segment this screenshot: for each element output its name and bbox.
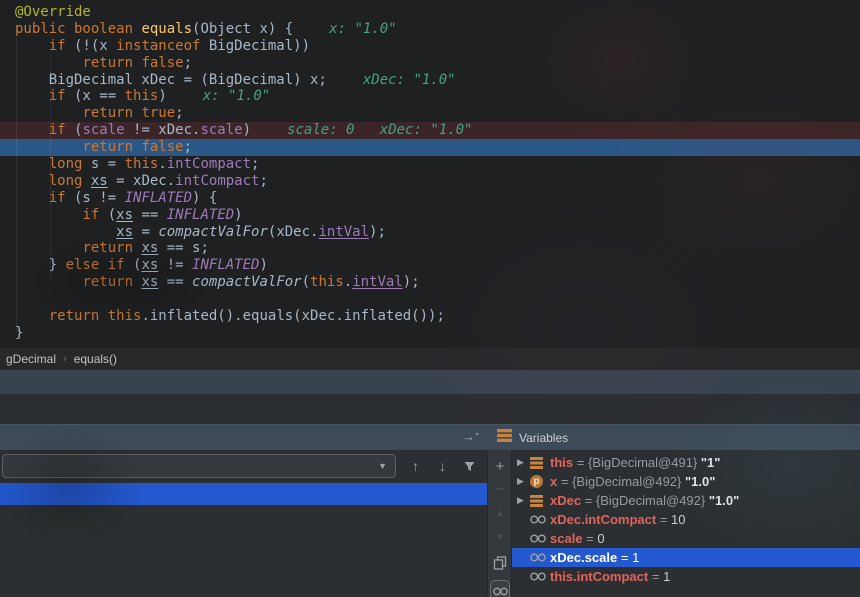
variable-reference: {BigDecimal@492} — [596, 493, 709, 508]
watches-side-toolbar: +−▲▼ — [487, 450, 511, 597]
filter-frames-icon[interactable] — [456, 454, 483, 478]
selected-stack-frame-row[interactable] — [0, 483, 487, 505]
code-line: xs = compactValFor(xDec.intVal); — [0, 224, 860, 241]
variable-name: xDec — [550, 493, 581, 508]
variable-row[interactable]: ▶ this = {BigDecimal@491} "1" — [512, 453, 860, 472]
breakpoint-line: if (scale != xDec.scale)scale: 0 xDec: "… — [0, 122, 860, 139]
expand-arrow-icon[interactable]: ▶ — [517, 476, 530, 487]
variable-value: 0 — [597, 531, 604, 546]
show-execution-point-icon[interactable]: →▪ — [462, 429, 478, 444]
thread-selector-combobox[interactable]: ▼ — [2, 454, 396, 478]
variable-reference: {BigDecimal@491} — [588, 455, 701, 470]
chevron-down-icon: ▼ — [378, 461, 387, 471]
remove-watch-icon[interactable]: − — [488, 478, 512, 500]
code-line: return xs == compactValFor(this.intVal); — [0, 274, 860, 291]
breadcrumb: gDecimal›equals() — [0, 346, 860, 370]
duplicate-watch-icon[interactable] — [488, 552, 512, 574]
code-line: @Override — [0, 4, 860, 21]
variable-row[interactable]: ▶px = {BigDecimal@492} "1.0" — [512, 472, 860, 491]
expand-arrow-icon[interactable]: ▶ — [517, 495, 530, 506]
indent-guide — [16, 38, 17, 332]
indent-guide — [50, 55, 51, 281]
variable-name: x — [550, 474, 557, 489]
code-line: } — [0, 325, 860, 342]
code-line: return true; — [0, 105, 860, 122]
move-watch-down-icon[interactable]: ▼ — [488, 526, 512, 548]
equals-sign: = — [617, 550, 632, 565]
value-icon — [530, 495, 550, 507]
code-line: if (xs == INFLATED) — [0, 207, 860, 224]
watch-row[interactable]: xDec.scale = 1 — [512, 548, 860, 567]
breadcrumb-item[interactable]: gDecimal — [2, 352, 60, 366]
variables-tab-icon — [497, 429, 512, 447]
watch-icon — [530, 572, 550, 581]
parameter-icon: p — [530, 475, 550, 488]
debug-toolwindow-top-strip — [0, 370, 860, 394]
breadcrumb-separator-icon: › — [60, 353, 70, 365]
variable-name: xDec.scale — [550, 550, 617, 565]
value-icon — [530, 457, 550, 469]
equals-sign: = — [581, 493, 596, 508]
show-watches-icon[interactable] — [490, 580, 510, 597]
variable-value: 1 — [663, 569, 670, 584]
variable-value: "1.0" — [709, 493, 739, 508]
watch-icon — [530, 515, 550, 524]
code-line — [0, 291, 860, 308]
move-frame-down-icon[interactable]: ↓ — [429, 454, 456, 478]
breadcrumb-item[interactable]: equals() — [70, 352, 121, 366]
move-frame-up-icon[interactable]: ↑ — [402, 454, 429, 478]
frames-toolbar: ↑↓ — [402, 454, 483, 478]
variables-tab-label: Variables — [519, 431, 568, 445]
equals-sign: = — [656, 512, 671, 527]
variable-value: 10 — [671, 512, 685, 527]
watch-row[interactable]: scale = 0 — [512, 529, 860, 548]
debugger-inline-value-hint: x: "1.0" — [203, 88, 270, 104]
debugger-inline-value-hint: xDec: "1.0" — [363, 72, 456, 88]
code-line: return xs == s; — [0, 240, 860, 257]
variable-value: 1 — [632, 550, 639, 565]
debug-toolbar-strip — [0, 394, 860, 424]
code-line: return this.inflated().equals(xDec.infla… — [0, 308, 860, 325]
variable-name: scale — [550, 531, 583, 546]
expand-arrow-icon[interactable]: ▶ — [517, 457, 530, 468]
variable-value: "1" — [701, 455, 721, 470]
execution-line: return false; — [0, 139, 860, 156]
tab-variables[interactable]: Variables — [497, 425, 568, 451]
code-area: @Overridepublic boolean equals(Object x)… — [0, 4, 860, 342]
code-line: } else if (xs != INFLATED) — [0, 257, 860, 274]
variable-name: xDec.intCompact — [550, 512, 656, 527]
variable-row[interactable]: ▶ xDec = {BigDecimal@492} "1.0" — [512, 491, 860, 510]
variable-value: "1.0" — [685, 474, 715, 489]
variable-name: this — [550, 455, 573, 470]
code-line: long xs = xDec.intCompact; — [0, 173, 860, 190]
variable-name: this.intCompact — [550, 569, 648, 584]
code-editor[interactable]: @Overridepublic boolean equals(Object x)… — [0, 0, 860, 346]
move-watch-up-icon[interactable]: ▲ — [488, 502, 512, 524]
watch-row[interactable]: this.intCompact = 1 — [512, 567, 860, 586]
debugger-inline-value-hint: scale: 0 xDec: "1.0" — [287, 122, 472, 138]
equals-sign: = — [573, 455, 588, 470]
equals-sign: = — [557, 474, 572, 489]
watch-row[interactable]: xDec.intCompact = 10 — [512, 510, 860, 529]
code-line: long s = this.intCompact; — [0, 156, 860, 173]
code-line: if (!(x instanceof BigDecimal)) — [0, 38, 860, 55]
code-line: public boolean equals(Object x) {x: "1.0… — [0, 21, 860, 38]
watch-icon — [530, 553, 550, 562]
watch-icon — [530, 534, 550, 543]
debug-panel-header: →▪ Variables — [0, 424, 860, 450]
code-line: BigDecimal xDec = (BigDecimal) x;xDec: "… — [0, 72, 860, 89]
frames-panel: ▼ ↑↓ — [0, 450, 487, 597]
code-line: return false; — [0, 55, 860, 72]
variable-reference: {BigDecimal@492} — [572, 474, 685, 489]
equals-sign: = — [648, 569, 663, 584]
code-line: if (s != INFLATED) { — [0, 190, 860, 207]
variables-panel: ▶ this = {BigDecimal@491} "1" ▶px = {BigDe… — [511, 450, 860, 597]
add-watch-icon[interactable]: + — [488, 455, 512, 477]
code-line: if (x == this)x: "1.0" — [0, 88, 860, 105]
equals-sign: = — [583, 531, 598, 546]
debugger-inline-value-hint: x: "1.0" — [329, 21, 396, 37]
